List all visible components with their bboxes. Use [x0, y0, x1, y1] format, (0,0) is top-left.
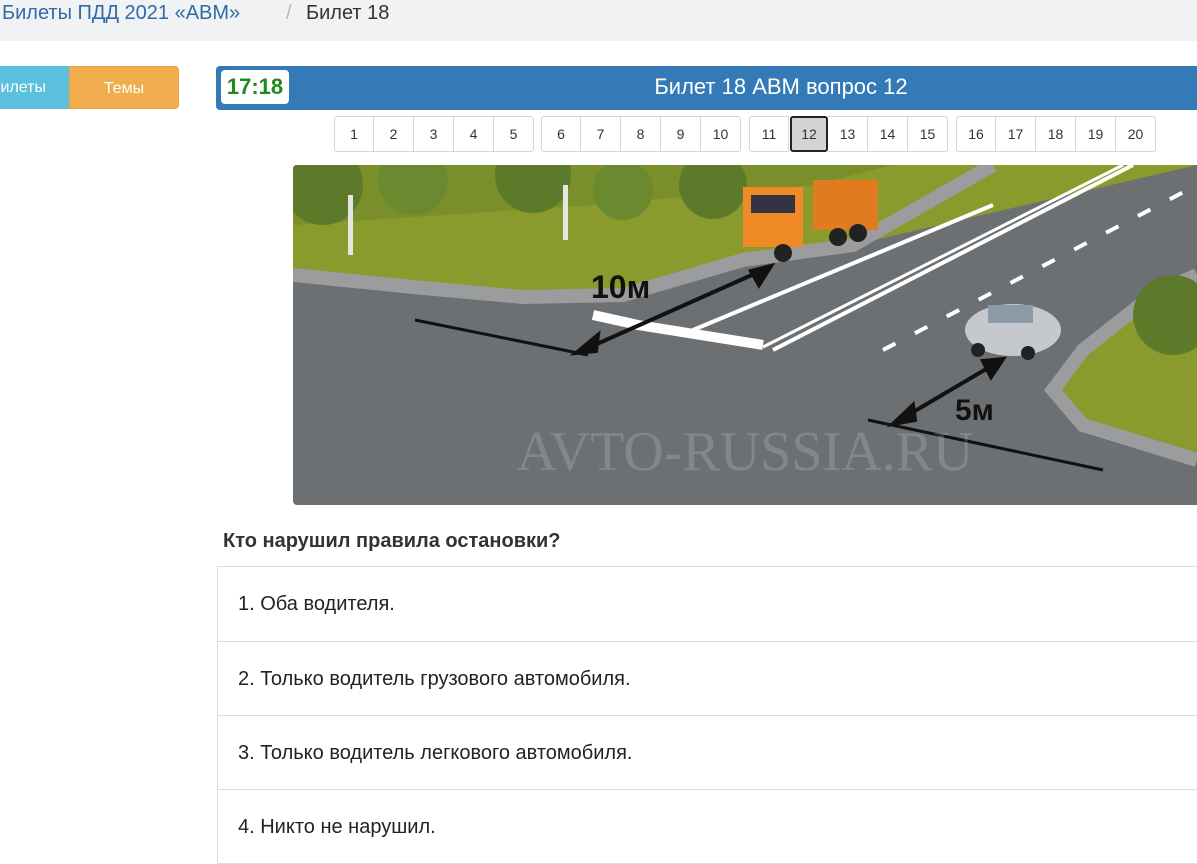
- page-button[interactable]: 11: [749, 116, 789, 152]
- page-button[interactable]: 15: [908, 116, 948, 152]
- breadcrumb-separator: /: [286, 2, 292, 24]
- answer-option[interactable]: 1. Оба водителя.: [217, 566, 1197, 642]
- answer-list: 1. Оба водителя. 2. Только водитель груз…: [217, 566, 1197, 864]
- page-button[interactable]: 10: [701, 116, 741, 152]
- question-header: Билет 18 АВМ вопрос 12 17:18: [216, 66, 1197, 110]
- question-image: 10м 5м AVTO-RUSSIA.RU: [293, 165, 1197, 505]
- answer-option[interactable]: 3. Только водитель легкового автомобиля.: [217, 716, 1197, 790]
- page-button[interactable]: 19: [1076, 116, 1116, 152]
- road-scene-illustration: 10м 5м AVTO-RUSSIA.RU: [293, 165, 1197, 505]
- question-title: Билет 18 АВМ вопрос 12: [654, 74, 908, 99]
- page-button[interactable]: 5: [494, 116, 534, 152]
- page-button[interactable]: 3: [414, 116, 454, 152]
- page-button[interactable]: 2: [374, 116, 414, 152]
- page-button[interactable]: 13: [828, 116, 868, 152]
- page-button[interactable]: 1: [334, 116, 374, 152]
- pagination-group-1: 1 2 3 4 5: [334, 116, 534, 152]
- page-button[interactable]: 18: [1036, 116, 1076, 152]
- breadcrumb: Билеты ПДД 2021 «АВМ» / Билет 18: [0, 0, 1197, 41]
- timer: 17:18: [221, 70, 289, 104]
- question-text: Кто нарушил правила остановки?: [223, 530, 561, 552]
- page-button[interactable]: 20: [1116, 116, 1156, 152]
- pagination-group-3: 11 12 13 14 15: [749, 116, 948, 152]
- answer-option[interactable]: 2. Только водитель грузового автомобиля.: [217, 642, 1197, 716]
- page-button[interactable]: 9: [661, 116, 701, 152]
- page-button[interactable]: 8: [621, 116, 661, 152]
- page-button[interactable]: 4: [454, 116, 494, 152]
- pagination-group-2: 6 7 8 9 10: [541, 116, 741, 152]
- tab-tickets[interactable]: Билеты: [0, 66, 69, 109]
- tab-tickets-label: Билеты: [0, 79, 46, 96]
- page-button-current[interactable]: 12: [790, 116, 828, 152]
- pagination-group-4: 16 17 18 19 20: [956, 116, 1156, 152]
- label-10m: 10м: [591, 269, 650, 305]
- page-button[interactable]: 17: [996, 116, 1036, 152]
- breadcrumb-link-tickets[interactable]: Билеты ПДД 2021 «АВМ»: [2, 0, 240, 28]
- page-button[interactable]: 14: [868, 116, 908, 152]
- watermark: AVTO-RUSSIA.RU: [517, 421, 974, 483]
- page-button[interactable]: 16: [956, 116, 996, 152]
- answer-option[interactable]: 4. Никто не нарушил.: [217, 790, 1197, 864]
- page-button[interactable]: 7: [581, 116, 621, 152]
- breadcrumb-current: Билет 18: [306, 2, 390, 24]
- tab-themes[interactable]: Темы: [69, 66, 179, 109]
- page-button[interactable]: 6: [541, 116, 581, 152]
